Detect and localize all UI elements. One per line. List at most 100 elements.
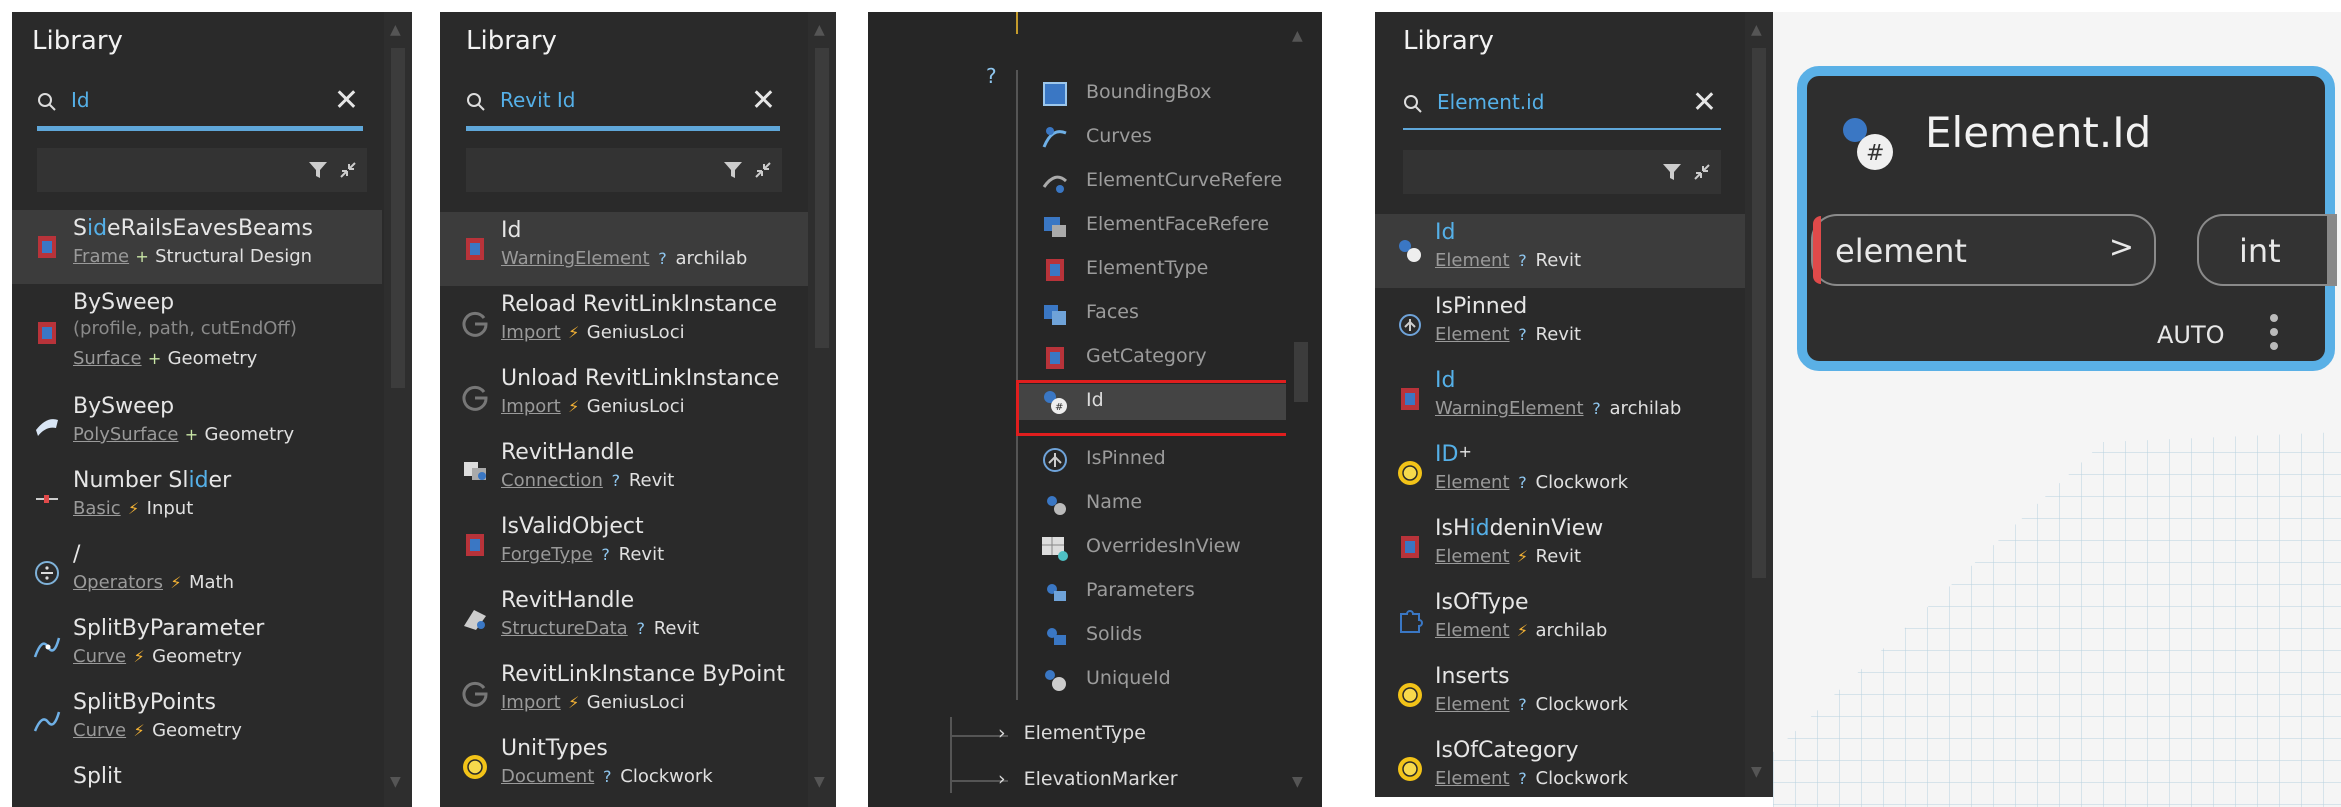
item-category-link[interactable]: Import	[501, 692, 561, 713]
list-item[interactable]: Id WarningElement? archilab	[440, 212, 808, 286]
element-id-node[interactable]: # Element.Id element > int AUTO	[1797, 66, 2337, 371]
tree-item-curves[interactable]: Curves	[1040, 120, 1290, 156]
tree-item-elementfacereference[interactable]: ElementFaceRefere	[1040, 208, 1290, 244]
item-category-link[interactable]: StructureData	[501, 618, 628, 639]
tree-folder-elevationmarker[interactable]: › ElevationMarker	[998, 768, 1178, 790]
scroll-up-icon[interactable]: ▲	[1292, 28, 1303, 44]
tree-item-ispinned[interactable]: IsPinned	[1040, 442, 1290, 478]
tree-item-faces[interactable]: Faces	[1040, 296, 1290, 332]
item-category-link[interactable]: Element	[1435, 250, 1510, 271]
list-item[interactable]: IsOfType Element ⚡ archilab	[1375, 584, 1745, 658]
item-category-link[interactable]: PolySurface	[73, 424, 178, 445]
clear-search-icon[interactable]: ✕	[334, 86, 359, 116]
scroll-up-icon[interactable]: ▲	[814, 22, 825, 38]
list-item[interactable]: Split	[12, 758, 382, 807]
list-item[interactable]: RevitHandle StructureData? Revit	[440, 582, 808, 656]
item-category-link[interactable]: Curve	[73, 646, 126, 667]
tree-item-elementtype[interactable]: ElementType	[1040, 252, 1290, 288]
item-category-link[interactable]: Curve	[73, 720, 126, 741]
tree-item-boundingbox[interactable]: BoundingBox	[1040, 76, 1290, 112]
list-item[interactable]: SplitByPoints Curve ⚡ Geometry	[12, 684, 382, 758]
list-item[interactable]: SideRailsEavesBeams Frame + Structural Des…	[12, 210, 382, 284]
scroll-down-icon[interactable]: ▼	[814, 774, 825, 790]
collapse-icon[interactable]	[752, 159, 774, 181]
item-category-link[interactable]: Element	[1435, 472, 1510, 493]
item-category-link[interactable]: Basic	[73, 498, 121, 519]
collapse-icon[interactable]	[1691, 161, 1713, 183]
tree-item-solids[interactable]: Solids	[1040, 618, 1290, 654]
list-item[interactable]: BySweep (profile, path, cutEndOff) Surfa…	[12, 284, 382, 388]
scrollbar[interactable]: ▲ ▼	[384, 12, 412, 807]
list-item[interactable]: Id WarningElement? archilab	[1375, 362, 1745, 436]
item-category-link[interactable]: Element	[1435, 694, 1510, 715]
list-item[interactable]: Inserts Element? Clockwork	[1375, 658, 1745, 732]
search-box[interactable]: Element.id ✕	[1403, 84, 1721, 130]
item-category-link[interactable]: Import	[501, 322, 561, 343]
scrollbar[interactable]: ▲ ▼	[1286, 12, 1318, 807]
item-category-link[interactable]: Document	[501, 766, 594, 787]
node-title[interactable]: Element.Id	[1925, 108, 2151, 157]
tree-folder-elementtype[interactable]: › ElementType	[998, 722, 1146, 744]
list-item[interactable]: ID+ Element? Clockwork	[1375, 436, 1745, 510]
item-category-link[interactable]: Frame	[73, 246, 129, 267]
filter-icon[interactable]	[1661, 161, 1683, 183]
tree-item-getcategory[interactable]: GetCategory	[1040, 340, 1290, 376]
item-category-link[interactable]: Element	[1435, 620, 1510, 641]
list-item[interactable]: UnitTypes Document? Clockwork	[440, 730, 808, 804]
tree-item-parameters[interactable]: Parameters	[1040, 574, 1290, 610]
list-item[interactable]: BySweep PolySurface + Geometry	[12, 388, 382, 462]
search-box[interactable]: Id ✕	[37, 82, 363, 131]
item-category-link[interactable]: Element	[1435, 768, 1510, 789]
list-item[interactable]: Unload RevitLinkInstance Import ⚡ GeniusLo…	[440, 360, 808, 434]
tree-item-elementcurvereference[interactable]: ElementCurveRefere	[1040, 164, 1290, 200]
tree-item-overridesinview[interactable]: OverridesInView	[1040, 530, 1290, 566]
list-item[interactable]: SplitByParameter Curve ⚡ Geometry	[12, 610, 382, 684]
scrollbar[interactable]: ▲ ▼	[808, 12, 836, 807]
item-category-link[interactable]: WarningElement	[1435, 398, 1584, 419]
scroll-up-icon[interactable]: ▲	[390, 22, 401, 38]
input-port-element[interactable]: element >	[1811, 214, 2156, 286]
list-item[interactable]: / Operators ⚡ Math	[12, 536, 382, 610]
scroll-thumb[interactable]	[1294, 342, 1308, 402]
item-category-link[interactable]: Import	[501, 396, 561, 417]
item-category-link[interactable]: Element	[1435, 324, 1510, 345]
list-item[interactable]: IsPinned Element? Revit	[1375, 288, 1745, 362]
list-item[interactable]: IsValidObject ForgeType? Revit	[440, 508, 808, 582]
tree-item-uniqueid[interactable]: UniqueId	[1040, 662, 1290, 698]
scroll-down-icon[interactable]: ▼	[390, 774, 401, 790]
search-input[interactable]: Revit Id	[500, 88, 576, 112]
collapse-icon[interactable]	[337, 159, 359, 181]
list-item[interactable]: Id Element? Revit	[1375, 214, 1745, 288]
help-icon[interactable]: ?	[986, 64, 997, 88]
list-item[interactable]: Reload RevitLinkInstance Import ⚡ GeniusLo…	[440, 286, 808, 360]
item-category-link[interactable]: WarningElement	[501, 248, 650, 269]
clear-search-icon[interactable]: ✕	[1692, 88, 1717, 118]
scroll-thumb[interactable]	[391, 48, 405, 388]
item-category-link[interactable]: Surface	[73, 348, 142, 369]
scroll-down-icon[interactable]: ▼	[1751, 764, 1762, 780]
scroll-up-icon[interactable]: ▲	[1751, 22, 1762, 38]
item-category-link[interactable]: ForgeType	[501, 544, 593, 565]
more-options-icon[interactable]	[2270, 314, 2278, 356]
scroll-thumb[interactable]	[815, 48, 829, 348]
list-item[interactable]: IsHiddeninView Element ⚡ Revit	[1375, 510, 1745, 584]
search-input[interactable]: Id	[71, 88, 90, 112]
list-item[interactable]: RevitHandle Connection? Revit	[440, 434, 808, 508]
filter-icon[interactable]	[722, 159, 744, 181]
scroll-down-icon[interactable]: ▼	[1292, 774, 1303, 790]
list-item[interactable]: RevitLinkInstance ByPoint Import ⚡ GeniusL…	[440, 656, 808, 730]
list-item[interactable]: Number Slider Basic ⚡ Input	[12, 462, 382, 536]
scrollbar[interactable]: ▲ ▼	[1745, 12, 1773, 797]
item-category-link[interactable]: Operators	[73, 572, 163, 593]
lacing-mode[interactable]: AUTO	[2157, 321, 2225, 349]
output-port-int[interactable]: int	[2197, 214, 2337, 286]
item-category-link[interactable]: Connection	[501, 470, 603, 491]
search-box[interactable]: Revit Id ✕	[466, 82, 780, 131]
list-item[interactable]: IsOfCategory Element? Clockwork	[1375, 732, 1745, 797]
item-category-link[interactable]: Element	[1435, 546, 1510, 567]
search-input[interactable]: Element.id	[1437, 90, 1544, 114]
clear-search-icon[interactable]: ✕	[751, 86, 776, 116]
tree-item-name[interactable]: Name	[1040, 486, 1290, 522]
scroll-thumb[interactable]	[1752, 48, 1766, 578]
filter-icon[interactable]	[307, 159, 329, 181]
